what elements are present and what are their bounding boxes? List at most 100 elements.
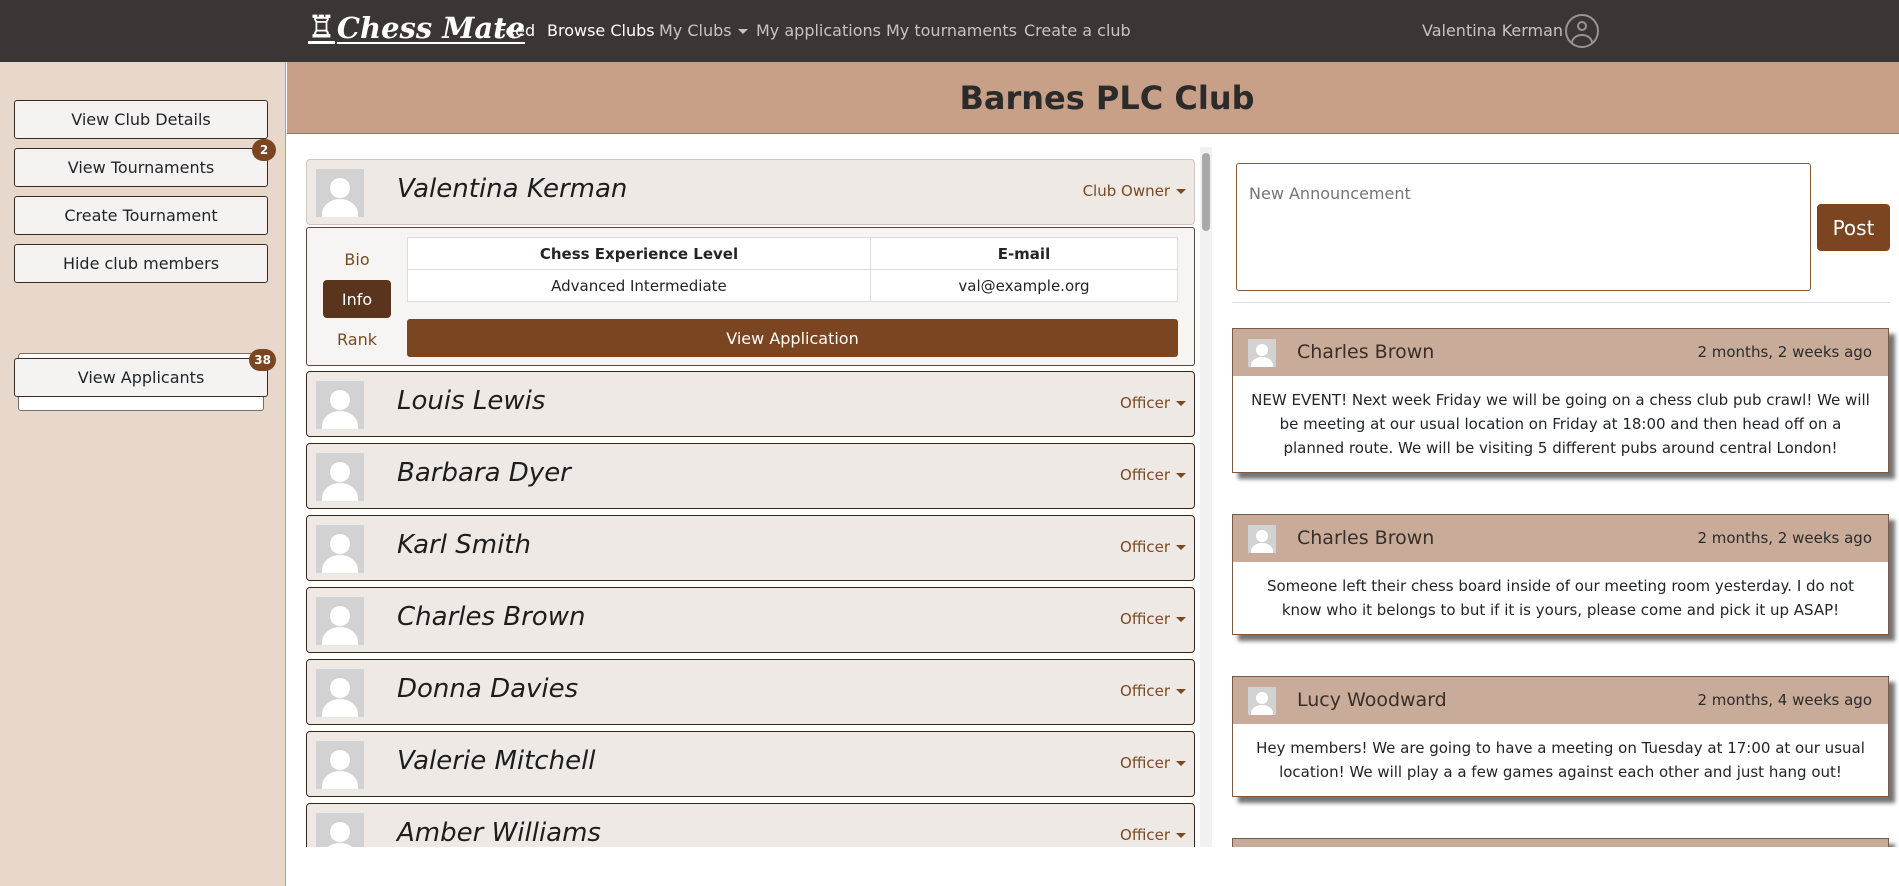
announcement-input[interactable] bbox=[1236, 163, 1811, 291]
role-label: Officer bbox=[1120, 394, 1170, 412]
email-value: val@example.org bbox=[869, 269, 1179, 302]
tab-bio[interactable]: Bio bbox=[323, 240, 391, 278]
chevron-down-icon bbox=[1176, 189, 1186, 194]
email-header: E-mail bbox=[869, 237, 1179, 270]
member-name: Louis Lewis bbox=[397, 386, 546, 416]
nav-my-clubs[interactable]: My Clubs bbox=[659, 21, 748, 40]
announcement-author: Lucy Woodward bbox=[1297, 689, 1447, 711]
view-club-details-button[interactable]: View Club Details bbox=[14, 100, 268, 139]
member-card[interactable]: Barbara Dyer Officer bbox=[306, 443, 1195, 509]
role-dropdown[interactable]: Officer bbox=[1120, 754, 1186, 772]
member-name: Donna Davies bbox=[397, 674, 579, 704]
member-card[interactable]: Valerie Mitchell Officer bbox=[306, 731, 1195, 797]
sidebar: View Club Details View Tournaments 2 Cre… bbox=[0, 62, 286, 886]
role-dropdown[interactable]: Officer bbox=[1120, 826, 1186, 844]
member-name: Karl Smith bbox=[397, 530, 531, 560]
role-label: Officer bbox=[1120, 826, 1170, 844]
author-avatar bbox=[1248, 525, 1276, 553]
role-dropdown[interactable]: Officer bbox=[1120, 610, 1186, 628]
chevron-down-icon bbox=[737, 29, 748, 34]
announcement-author: Charles Brown bbox=[1297, 341, 1435, 363]
announcement-header: Charles Brown 2 months, 2 weeks ago bbox=[1233, 515, 1888, 562]
announcement-text: NEW EVENT! Next week Friday we will be g… bbox=[1251, 391, 1870, 457]
nav-my-clubs-label: My Clubs bbox=[659, 21, 732, 40]
role-label: Officer bbox=[1120, 538, 1170, 556]
chevron-down-icon bbox=[1176, 689, 1186, 694]
view-applicants-label: View Applicants bbox=[77, 368, 205, 387]
member-avatar bbox=[316, 169, 364, 217]
chevron-down-icon bbox=[1176, 473, 1186, 478]
member-name: Valerie Mitchell bbox=[397, 746, 596, 776]
experience-header: Chess Experience Level bbox=[407, 237, 871, 270]
member-card[interactable]: Amber Williams Officer bbox=[306, 803, 1195, 847]
announcement-card: Charles Brown 2 months, 2 weeks ago Some… bbox=[1232, 514, 1889, 635]
announcement-author: Charles Brown bbox=[1297, 527, 1435, 549]
member-card-owner[interactable]: Valentina Kerman Club Owner bbox=[306, 159, 1195, 225]
announcement-text: Hey members! We are going to have a meet… bbox=[1256, 739, 1865, 781]
brand-logo[interactable]: ♖ Chess Mate bbox=[308, 10, 525, 45]
nav-feed[interactable]: Feed bbox=[497, 21, 535, 40]
member-name: Amber Williams bbox=[397, 818, 601, 847]
top-navbar: ♖ Chess Mate Feed Browse Clubs My Clubs … bbox=[0, 0, 1899, 62]
announcement-header bbox=[1233, 839, 1888, 847]
announcement-card: Charles Brown 2 months, 2 weeks ago NEW … bbox=[1232, 328, 1889, 473]
nav-browse-clubs[interactable]: Browse Clubs bbox=[547, 21, 655, 40]
role-dropdown[interactable]: Officer bbox=[1120, 466, 1186, 484]
create-tournament-button[interactable]: Create Tournament bbox=[14, 196, 268, 235]
chevron-down-icon bbox=[1176, 761, 1186, 766]
tournaments-count-badge: 2 bbox=[252, 139, 276, 161]
role-dropdown[interactable]: Club Owner bbox=[1083, 182, 1186, 200]
announcement-card bbox=[1232, 838, 1889, 847]
view-application-button[interactable]: View Application bbox=[407, 319, 1178, 357]
member-card[interactable]: Donna Davies Officer bbox=[306, 659, 1195, 725]
scrollbar-thumb[interactable] bbox=[1202, 153, 1210, 231]
chevron-down-icon bbox=[1176, 617, 1186, 622]
view-tournaments-label: View Tournaments bbox=[67, 158, 215, 177]
author-avatar bbox=[1248, 687, 1276, 715]
member-card[interactable]: Charles Brown Officer bbox=[306, 587, 1195, 653]
member-avatar bbox=[316, 597, 364, 645]
role-label: Officer bbox=[1120, 682, 1170, 700]
announcement-header: Charles Brown 2 months, 2 weeks ago bbox=[1233, 329, 1888, 376]
chevron-down-icon bbox=[1176, 833, 1186, 838]
view-applicants-button[interactable]: View Applicants 38 bbox=[14, 349, 276, 397]
nav-user-name[interactable]: Valentina Kerman bbox=[1422, 21, 1563, 40]
member-name: Charles Brown bbox=[397, 602, 586, 632]
user-avatar-icon[interactable] bbox=[1565, 14, 1599, 48]
view-tournaments-button[interactable]: View Tournaments 2 bbox=[14, 139, 276, 187]
announcement-time: 2 months, 2 weeks ago bbox=[1697, 343, 1872, 361]
hide-club-members-button[interactable]: Hide club members bbox=[14, 244, 268, 283]
announcement-time: 2 months, 2 weeks ago bbox=[1697, 529, 1872, 547]
member-avatar bbox=[316, 741, 364, 789]
member-card[interactable]: Karl Smith Officer bbox=[306, 515, 1195, 581]
tab-rank[interactable]: Rank bbox=[323, 320, 391, 358]
announcement-feed: Charles Brown 2 months, 2 weeks ago NEW … bbox=[1232, 328, 1899, 847]
member-card[interactable]: Louis Lewis Officer bbox=[306, 371, 1195, 437]
club-title: Barnes PLC Club bbox=[959, 78, 1255, 117]
role-label: Officer bbox=[1120, 754, 1170, 772]
announcement-header: Lucy Woodward 2 months, 4 weeks ago bbox=[1233, 677, 1888, 724]
member-name: Barbara Dyer bbox=[397, 458, 571, 488]
role-dropdown[interactable]: Officer bbox=[1120, 538, 1186, 556]
member-details-panel: Bio Info Rank Chess Experience Level E-m… bbox=[306, 227, 1195, 366]
role-dropdown[interactable]: Officer bbox=[1120, 682, 1186, 700]
role-label: Club Owner bbox=[1082, 182, 1170, 200]
nav-my-applications[interactable]: My applications bbox=[756, 21, 881, 40]
members-list: Valentina Kerman Club Owner Bio Info Ran… bbox=[306, 157, 1210, 847]
club-header: Barnes PLC Club bbox=[287, 62, 1899, 134]
role-label: Officer bbox=[1120, 610, 1170, 628]
members-scrollbar[interactable] bbox=[1200, 147, 1212, 847]
role-label: Officer bbox=[1120, 466, 1170, 484]
chevron-down-icon bbox=[1176, 401, 1186, 406]
tab-info[interactable]: Info bbox=[323, 280, 391, 318]
nav-create-club[interactable]: Create a club bbox=[1024, 21, 1131, 40]
announcement-text: Someone left their chess board inside of… bbox=[1266, 577, 1855, 619]
experience-value: Advanced Intermediate bbox=[407, 269, 871, 302]
rook-icon: ♖ bbox=[308, 10, 335, 45]
post-button[interactable]: Post bbox=[1817, 204, 1890, 251]
role-dropdown[interactable]: Officer bbox=[1120, 394, 1186, 412]
member-info-table: Chess Experience Level E-mail Advanced I… bbox=[407, 237, 1179, 302]
nav-my-tournaments[interactable]: My tournaments bbox=[886, 21, 1017, 40]
announcement-time: 2 months, 4 weeks ago bbox=[1697, 691, 1872, 709]
applicants-count-badge: 38 bbox=[249, 349, 276, 371]
